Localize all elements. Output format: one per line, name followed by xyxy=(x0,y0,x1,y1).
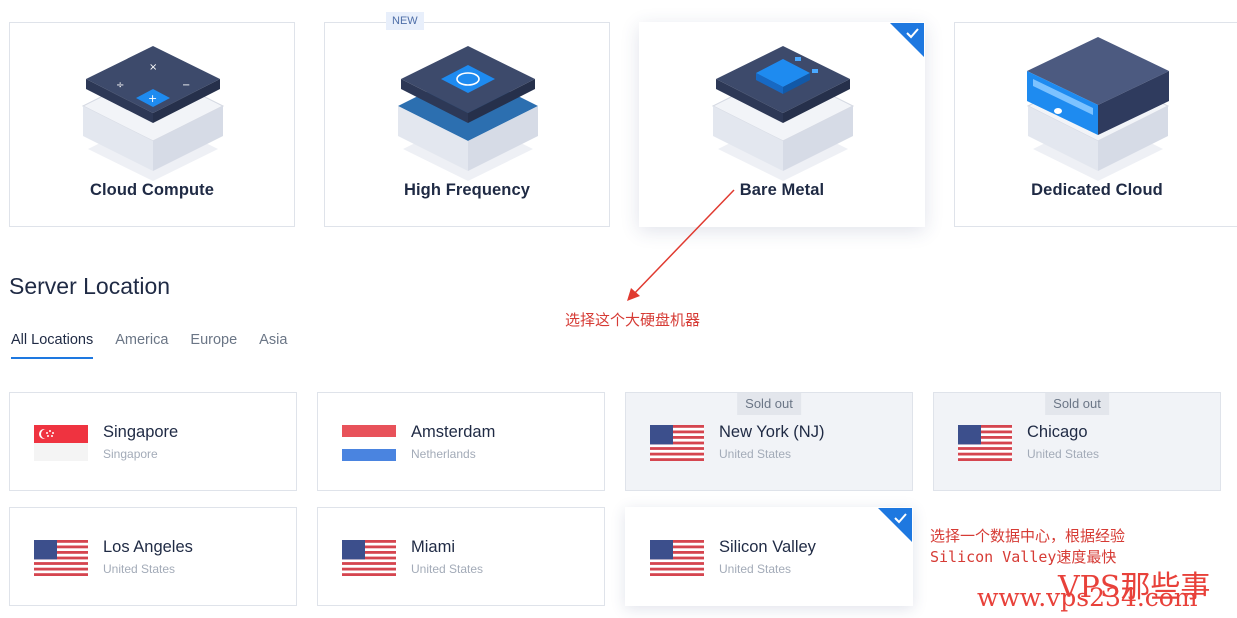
high-frequency-illustration xyxy=(398,46,538,181)
server-type-label: Bare Metal xyxy=(739,181,825,199)
location-country: United States xyxy=(103,562,176,576)
us-flag-icon xyxy=(34,540,88,576)
location-name: New York (NJ) xyxy=(719,423,825,441)
selected-check-icon xyxy=(878,508,912,542)
annotation-line: 选择一个数据中心，根据经验 xyxy=(930,527,1126,545)
server-type-label: Cloud Compute xyxy=(89,181,215,199)
server-type-label: High Frequency xyxy=(403,181,531,199)
location-card-chicago[interactable]: Sold out Chicago United States xyxy=(933,392,1221,491)
location-card-singapore[interactable]: Singapore Singapore xyxy=(9,392,297,491)
server-type-label: Dedicated Cloud xyxy=(1031,181,1163,199)
us-flag-icon xyxy=(650,540,704,576)
location-name: Singapore xyxy=(103,423,179,441)
location-country: United States xyxy=(1027,447,1100,461)
location-card-miami[interactable]: Miami United States xyxy=(317,507,605,606)
svg-text:+: + xyxy=(148,92,157,105)
server-type-bare-metal[interactable]: Bare Metal xyxy=(639,22,925,227)
location-card-new-york[interactable]: Sold out New York (NJ) United States xyxy=(625,392,913,491)
section-title: Server Location xyxy=(9,273,171,299)
location-country: United States xyxy=(719,447,792,461)
location-name: Miami xyxy=(411,538,455,556)
us-flag-icon xyxy=(342,540,396,576)
location-card-silicon-valley[interactable]: Silicon Valley United States xyxy=(625,507,913,606)
location-card-los-angeles[interactable]: Los Angeles United States xyxy=(9,507,297,606)
sold-out-badge: Sold out xyxy=(1045,393,1109,415)
location-country: Singapore xyxy=(103,447,158,461)
cloud-compute-illustration: × ÷ − + xyxy=(81,46,225,181)
sold-out-badge: Sold out xyxy=(737,393,801,415)
server-type-cloud-compute[interactable]: × ÷ − + Cloud Compute xyxy=(9,22,295,227)
svg-text:÷: ÷ xyxy=(116,80,124,91)
svg-text:×: × xyxy=(149,62,157,73)
location-name: Amsterdam xyxy=(411,423,496,441)
location-country: Netherlands xyxy=(411,447,476,461)
us-flag-icon xyxy=(958,425,1012,461)
watermark-url: www.vps234.com xyxy=(977,583,1198,612)
location-card-amsterdam[interactable]: Amsterdam Netherlands xyxy=(317,392,605,491)
tab-america[interactable]: America xyxy=(115,332,168,359)
dedicated-cloud-illustration xyxy=(1026,37,1170,181)
tab-europe[interactable]: Europe xyxy=(190,332,237,359)
selected-check-icon xyxy=(890,23,924,57)
server-type-dedicated-cloud[interactable]: Dedicated Cloud xyxy=(954,22,1237,227)
location-country: United States xyxy=(719,562,792,576)
us-flag-icon xyxy=(650,425,704,461)
tab-all-locations[interactable]: All Locations xyxy=(11,332,94,359)
location-country: United States xyxy=(411,562,484,576)
singapore-flag-icon xyxy=(34,425,88,461)
svg-text:−: − xyxy=(182,80,190,91)
location-tabs: All Locations America Europe Asia xyxy=(11,332,309,359)
location-name: Chicago xyxy=(1027,423,1088,441)
tab-asia[interactable]: Asia xyxy=(259,332,287,359)
location-name: Los Angeles xyxy=(103,538,193,556)
new-badge: NEW xyxy=(386,12,424,30)
location-name: Silicon Valley xyxy=(719,538,816,556)
server-type-high-frequency[interactable]: NEW High Frequency xyxy=(324,12,610,227)
annotation-bare-metal-note: 选择这个大硬盘机器 xyxy=(565,311,701,329)
netherlands-flag-icon xyxy=(342,425,396,461)
bare-metal-illustration xyxy=(711,46,855,181)
